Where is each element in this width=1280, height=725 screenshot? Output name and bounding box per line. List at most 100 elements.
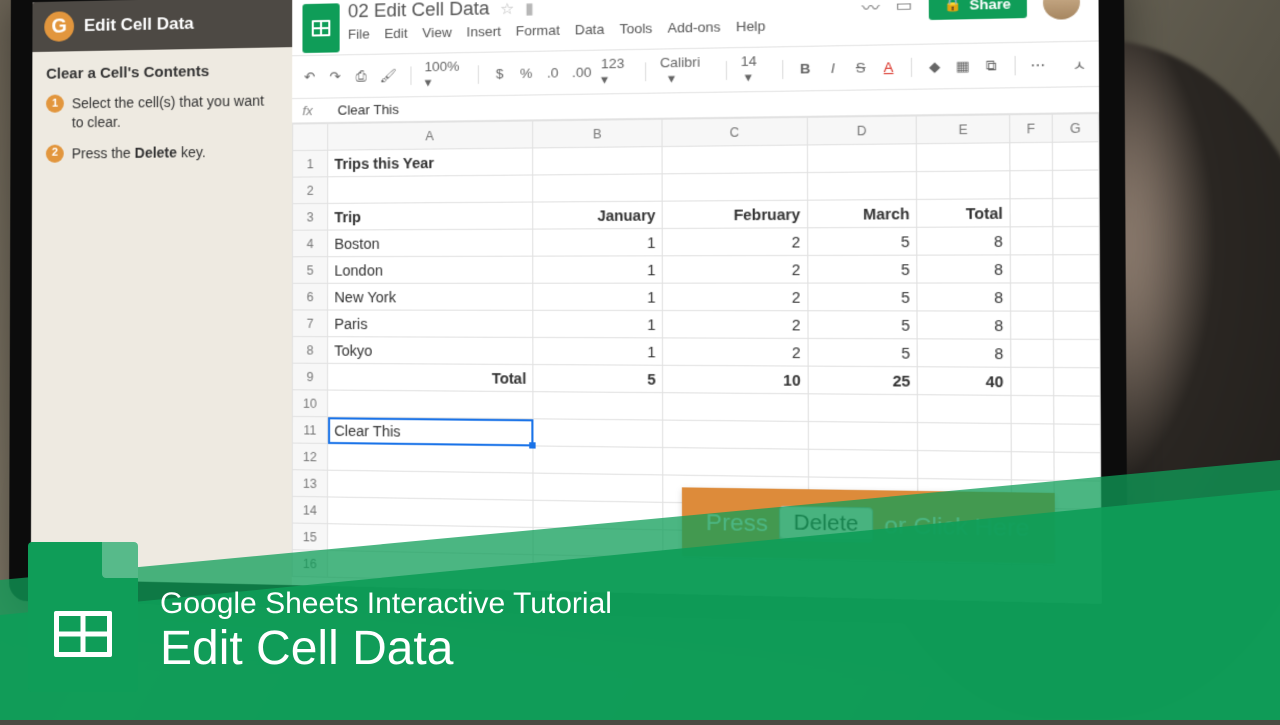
- cell-D5[interactable]: 5: [807, 255, 917, 283]
- menu-file[interactable]: File: [348, 26, 370, 42]
- cell-D16[interactable]: [808, 560, 918, 590]
- cell-D9[interactable]: 25: [808, 366, 918, 395]
- bold-icon[interactable]: B: [797, 61, 812, 77]
- cell-A12[interactable]: [328, 443, 534, 473]
- cell-E9[interactable]: 40: [918, 367, 1011, 396]
- cell-A3[interactable]: Trip: [328, 202, 533, 230]
- cell-A2[interactable]: [328, 175, 533, 203]
- cell-D12[interactable]: [808, 449, 918, 478]
- cell-B7[interactable]: 1: [533, 310, 663, 338]
- cell-A6[interactable]: New York: [328, 283, 534, 310]
- cell-A15[interactable]: [327, 524, 533, 555]
- cell-F3[interactable]: [1010, 199, 1052, 227]
- cell-F1[interactable]: [1010, 142, 1052, 170]
- cell-F8[interactable]: [1011, 339, 1053, 367]
- cell-F11[interactable]: [1011, 424, 1053, 453]
- cell-B14[interactable]: [533, 500, 663, 530]
- print-icon[interactable]: ⎙: [354, 68, 368, 85]
- cell-D2[interactable]: [807, 172, 917, 201]
- cell-B2[interactable]: [533, 174, 663, 202]
- folder-icon[interactable]: ▮: [525, 0, 534, 17]
- row-header-6[interactable]: 6: [292, 283, 327, 310]
- cell-E4[interactable]: 8: [917, 227, 1010, 255]
- cell-A11[interactable]: Clear This: [328, 417, 534, 446]
- cell-G16[interactable]: [1054, 565, 1101, 594]
- cell-G7[interactable]: [1053, 311, 1100, 339]
- cell-A13[interactable]: [327, 470, 533, 500]
- row-header-2[interactable]: 2: [293, 177, 328, 204]
- cell-D6[interactable]: 5: [808, 283, 918, 311]
- row-header-12[interactable]: 12: [292, 443, 327, 470]
- menu-help[interactable]: Help: [736, 18, 766, 34]
- menu-format[interactable]: Format: [516, 22, 560, 38]
- cell-D8[interactable]: 5: [808, 338, 918, 366]
- cell-A16[interactable]: [327, 550, 533, 581]
- col-header-D[interactable]: D: [807, 116, 917, 145]
- undo-icon[interactable]: ↶: [302, 69, 316, 86]
- cell-D1[interactable]: [807, 144, 917, 173]
- cell-A5[interactable]: London: [328, 256, 533, 283]
- cell-C5[interactable]: 2: [663, 255, 808, 283]
- col-header-E[interactable]: E: [917, 115, 1010, 144]
- cell-G9[interactable]: [1053, 368, 1100, 397]
- row-header-1[interactable]: 1: [293, 150, 328, 177]
- cell-E2[interactable]: [917, 171, 1010, 200]
- fill-color-icon[interactable]: ◆: [927, 58, 943, 75]
- cell-F7[interactable]: [1011, 311, 1053, 339]
- redo-icon[interactable]: ↷: [328, 68, 342, 85]
- increase-decimal-icon[interactable]: .00: [572, 64, 589, 80]
- cell-D11[interactable]: [808, 422, 918, 451]
- cell-E3[interactable]: Total: [917, 199, 1010, 227]
- menu-addons[interactable]: Add-ons: [668, 19, 721, 36]
- cell-C11[interactable]: [663, 420, 808, 449]
- cell-D10[interactable]: [808, 394, 918, 423]
- cell-E6[interactable]: 8: [917, 283, 1010, 311]
- cell-G11[interactable]: [1053, 424, 1100, 453]
- cell-B15[interactable]: [533, 527, 663, 557]
- cell-C9[interactable]: 10: [663, 365, 808, 394]
- cell-G14[interactable]: [1054, 509, 1101, 538]
- cell-C12[interactable]: [663, 447, 808, 476]
- star-icon[interactable]: ☆: [500, 0, 514, 18]
- italic-icon[interactable]: I: [825, 60, 841, 76]
- row-header-8[interactable]: 8: [292, 337, 327, 364]
- cell-A8[interactable]: Tokyo: [328, 337, 534, 365]
- cell-B11[interactable]: [533, 419, 663, 448]
- col-header-G[interactable]: G: [1052, 114, 1099, 143]
- cell-C6[interactable]: 2: [663, 283, 808, 311]
- cell-F2[interactable]: [1010, 170, 1052, 198]
- cell-B8[interactable]: 1: [533, 337, 663, 365]
- avatar[interactable]: [1043, 0, 1080, 20]
- font-size-select[interactable]: 14 ▾: [741, 53, 768, 86]
- cell-C4[interactable]: 2: [663, 228, 808, 256]
- borders-icon[interactable]: ▦: [955, 57, 971, 74]
- cell-G2[interactable]: [1052, 170, 1099, 199]
- cell-B10[interactable]: [533, 392, 663, 420]
- document-title[interactable]: 02 Edit Cell Data: [348, 0, 490, 23]
- cell-C8[interactable]: 2: [663, 338, 808, 366]
- cell-C1[interactable]: [662, 145, 807, 174]
- cell-C7[interactable]: 2: [663, 311, 808, 339]
- formula-value[interactable]: Clear This: [338, 102, 399, 118]
- cell-G15[interactable]: [1054, 537, 1101, 566]
- cell-F16[interactable]: [1012, 564, 1054, 593]
- cell-F4[interactable]: [1010, 227, 1052, 255]
- cell-E8[interactable]: 8: [917, 339, 1010, 367]
- cell-A9[interactable]: Total: [328, 363, 534, 391]
- row-header-4[interactable]: 4: [293, 230, 328, 257]
- cell-B16[interactable]: [533, 555, 663, 585]
- cell-E5[interactable]: 8: [917, 255, 1010, 283]
- cell-A4[interactable]: Boston: [328, 229, 533, 257]
- cell-G10[interactable]: [1053, 396, 1100, 425]
- cell-E16[interactable]: [918, 562, 1012, 592]
- cell-A10[interactable]: [328, 390, 534, 419]
- cell-F12[interactable]: [1011, 452, 1053, 481]
- row-header-5[interactable]: 5: [292, 257, 327, 284]
- instruction-callout[interactable]: Press Delete or Click Here: [682, 487, 1055, 563]
- paint-format-icon[interactable]: 🖌: [380, 67, 397, 84]
- cell-E10[interactable]: [918, 395, 1012, 424]
- menu-data[interactable]: Data: [575, 21, 605, 37]
- cell-C2[interactable]: [663, 173, 808, 202]
- zoom-select[interactable]: 100% ▾: [424, 58, 464, 91]
- merge-icon[interactable]: ⧉: [983, 57, 999, 74]
